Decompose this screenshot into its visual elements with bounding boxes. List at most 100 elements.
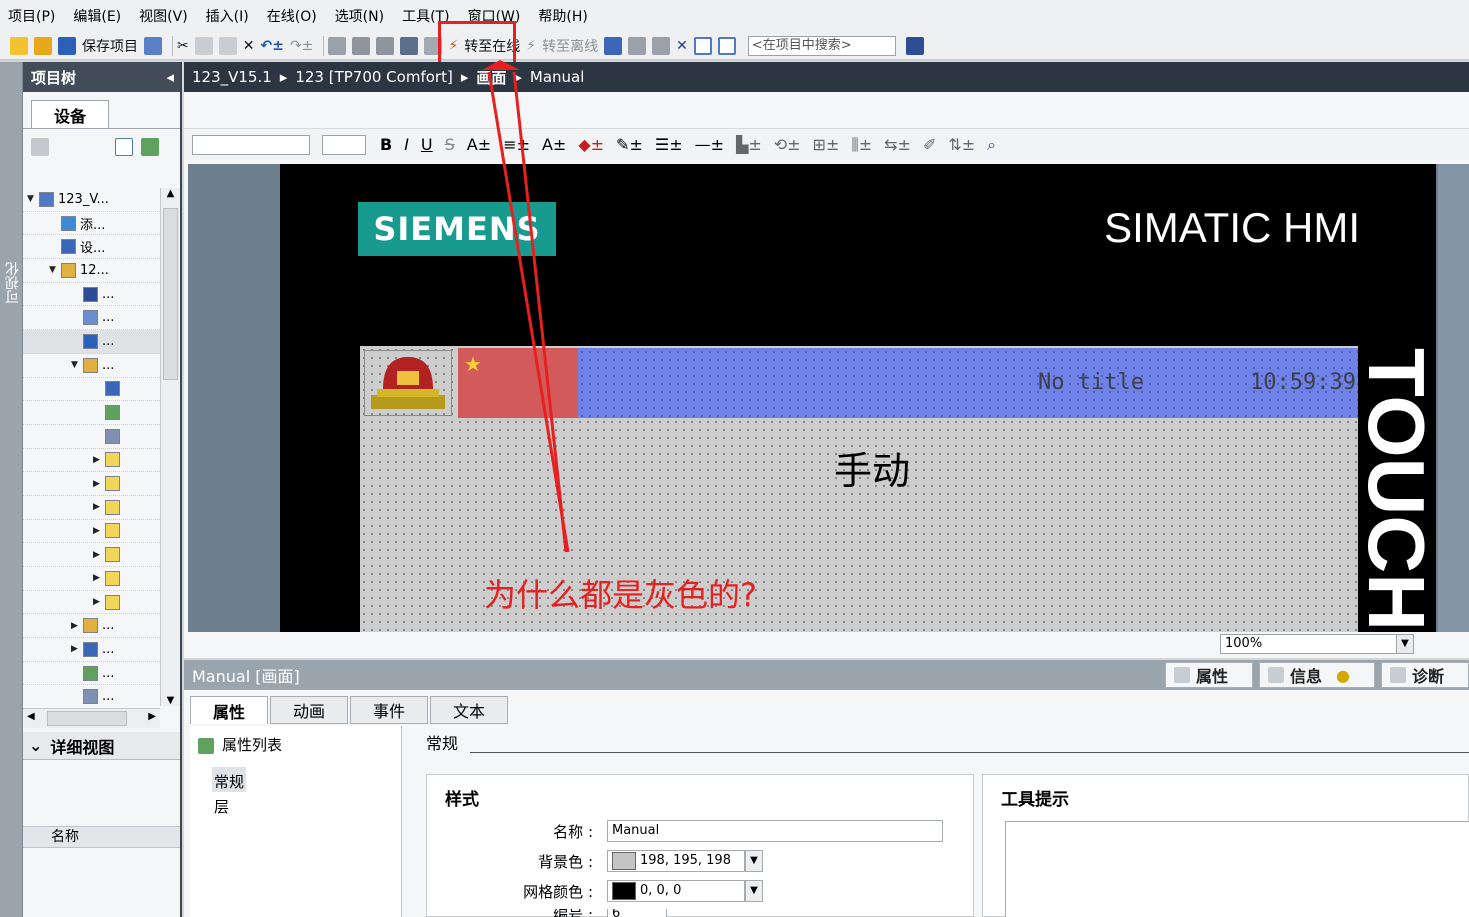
cut-icon[interactable]: ✂ [177,35,189,57]
tree-item[interactable]: 设... [23,235,160,260]
open-project-icon[interactable] [34,36,52,55]
china-flag-icon[interactable]: ★ [458,348,578,418]
scroll-left-icon[interactable]: ◀ [27,711,35,722]
breadcrumb-item[interactable]: Manual [530,68,585,86]
tree-item[interactable]: ▶ [23,543,160,567]
tree-settings-icon[interactable] [31,137,49,156]
visualization-tab[interactable]: 可视化 [3,262,21,304]
menu-item-2[interactable]: 视图(V) [139,6,188,26]
number-stepper[interactable]: 6 [607,909,667,917]
tab-order-icon[interactable]: ⇅± [948,135,975,154]
italic-button[interactable]: I [404,135,409,154]
breadcrumb-item[interactable]: 画面 [476,67,506,88]
alarm-siren-icon[interactable] [364,350,452,416]
align-objects-icon[interactable]: ⊞± [813,135,840,154]
font-color-icon[interactable]: A± [542,135,566,154]
font-family-select[interactable] [192,134,310,155]
expand-toggle-icon[interactable]: ▶ [93,550,105,560]
screen-title-field[interactable]: No title [1038,370,1144,395]
redo-icon[interactable]: ↷± [290,35,313,57]
name-column-header[interactable]: 名称 [23,826,180,848]
strikethrough-button[interactable]: S [445,135,455,154]
project-search-input[interactable]: <在项目中搜索> [747,35,896,56]
zoom-icon[interactable]: ⌕ [987,135,996,155]
scroll-right-icon[interactable]: ▶ [148,711,156,722]
tree-view-icon[interactable] [115,137,133,156]
tree-item[interactable] [23,401,160,425]
split-horizontal-icon[interactable] [693,36,712,55]
expand-toggle-icon[interactable]: ▶ [93,455,105,465]
split-vertical-icon[interactable] [717,36,736,55]
expand-toggle-icon[interactable]: ▶ [93,526,105,536]
accessible-devices-icon[interactable] [604,36,623,55]
tree-item[interactable]: ... [23,306,160,331]
underline-button[interactable]: U [421,135,433,154]
font-grow-icon[interactable]: A± [467,135,491,154]
gridcolor-select[interactable]: 0, 0, 0 [607,880,745,902]
tree-item[interactable]: ▶ [23,591,160,615]
upload-from-device-icon[interactable] [376,36,395,55]
prop-item-layers[interactable]: 层 [198,792,401,817]
fill-color-icon[interactable]: ◆± [578,135,604,154]
bgcolor-select[interactable]: 198, 195, 198 [607,850,745,872]
tree-item[interactable]: ▶... [23,638,160,662]
paste-icon[interactable] [218,36,237,55]
subtab-texts[interactable]: 文本 [430,696,508,724]
tree-item[interactable]: ▶ [23,472,160,496]
tree-item[interactable]: ... [23,662,160,686]
start-simulation-icon[interactable] [400,36,419,55]
line-style-icon[interactable]: ☰± [655,135,683,154]
expand-toggle-icon[interactable]: ▶ [93,502,105,512]
collapse-panel-icon[interactable]: ◂ [166,68,174,86]
screen-label-text[interactable]: 手动 [834,440,910,495]
line-color-icon[interactable]: ✎± [616,135,643,154]
distribute-icon[interactable]: ⫼± [851,135,872,155]
subtab-animation[interactable]: 动画 [270,696,348,724]
expand-toggle-icon[interactable]: ▼ [71,360,83,370]
menu-item-1[interactable]: 编辑(E) [73,6,121,26]
tree-item[interactable]: ▼ 12... [23,259,160,283]
undo-icon[interactable]: ↶± [260,35,283,57]
compare-icon[interactable] [652,36,671,55]
tree-item[interactable]: ▼ 123_V... [23,188,160,212]
bgcolor-dropdown-icon[interactable]: ▼ [745,850,763,872]
tree-item[interactable]: ▶... [23,614,160,639]
compile-icon[interactable] [328,36,347,55]
tab-info[interactable]: 信息 ● [1259,662,1375,688]
new-project-icon[interactable] [10,36,28,55]
zoom-dropdown-icon[interactable]: ▼ [1396,634,1414,654]
name-input[interactable]: Manual [607,820,943,842]
breadcrumb-item[interactable]: 123 [TP700 Comfort] [295,68,452,86]
pointer-icon[interactable]: ✐ [923,135,936,154]
prop-item-general[interactable]: 常规 [212,767,246,792]
align-icon[interactable]: ≡± [503,135,530,154]
copy-icon[interactable] [194,36,213,55]
menu-item-3[interactable]: 插入(I) [206,6,249,26]
tree-item[interactable]: ... [23,685,160,710]
design-canvas[interactable]: SIEMENS SIMATIC HMI ★ No title 10:59:39 … [188,164,1469,632]
go-offline-button[interactable]: ⚡ 转至离线 [526,35,598,57]
task-card-strip[interactable]: 可视化 [0,62,23,917]
rotate-icon[interactable]: ⟲± [774,135,801,154]
search-icon[interactable] [905,36,924,55]
tree-item[interactable]: ▶ [23,449,160,473]
expand-toggle-icon[interactable]: ▶ [93,479,105,489]
close-editor-icon[interactable]: ✕ [676,35,688,57]
scroll-up-icon[interactable]: ▲ [161,188,180,199]
save-project-button[interactable]: 保存项目 [58,35,138,57]
expand-toggle-icon[interactable]: ▼ [27,194,39,204]
delete-icon[interactable]: ✕ [243,35,255,57]
same-size-icon[interactable]: ⇆± [884,135,911,154]
subtab-properties[interactable]: 属性 [190,696,268,724]
expand-toggle-icon[interactable]: ▼ [49,265,61,275]
header-bar[interactable]: No title 10:59:39 [578,348,1358,418]
expand-toggle-icon[interactable]: ▶ [71,644,83,654]
gridcolor-dropdown-icon[interactable]: ▼ [745,880,763,902]
tab-properties[interactable]: 属性 [1164,662,1253,688]
expand-toggle-icon[interactable]: ▶ [71,621,83,631]
tree-item[interactable] [23,425,160,449]
hscroll-thumb[interactable] [47,711,127,726]
breadcrumb-item[interactable]: 123_V15.1 [192,68,272,86]
menu-item-8[interactable]: 帮助(H) [538,6,587,26]
clock-field[interactable]: 10:59:39 [1250,370,1356,395]
